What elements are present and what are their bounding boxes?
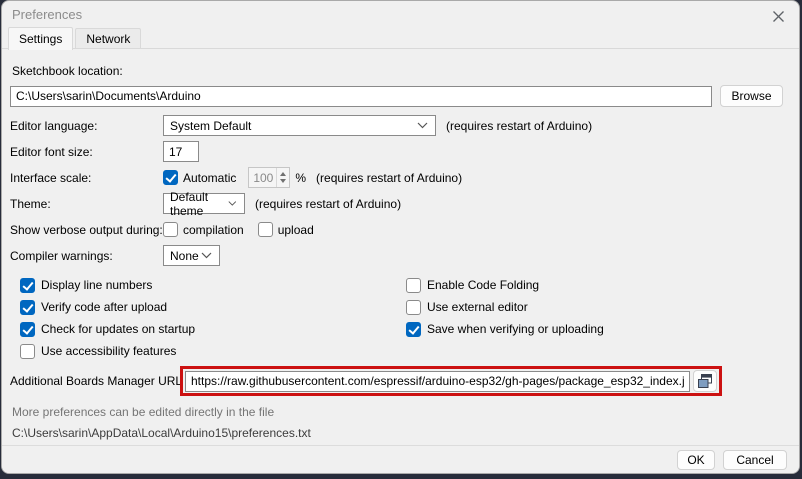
close-icon	[772, 10, 785, 23]
editor-language-value: System Default	[170, 119, 251, 133]
option-label: Check for updates on startup	[41, 322, 195, 336]
sketchbook-location-input[interactable]	[10, 86, 712, 107]
verbose-upload-checkbox[interactable]	[258, 222, 273, 237]
option-use-accessibility-features[interactable]: Use accessibility features	[20, 340, 406, 362]
ok-button[interactable]: OK	[677, 450, 715, 470]
verbose-upload-option[interactable]: upload	[258, 222, 314, 237]
option-label: Save when verifying or uploading	[427, 322, 604, 336]
windows-list-icon	[697, 373, 713, 389]
tab-network[interactable]: Network	[75, 28, 141, 49]
more-preferences-note: More preferences can be edited directly …	[12, 402, 791, 423]
editor-font-size-label: Editor font size:	[10, 145, 163, 159]
scale-restart-note: (requires restart of Arduino)	[316, 171, 462, 185]
option-label: Display line numbers	[41, 278, 152, 292]
option-enable-code-folding[interactable]: Enable Code Folding	[406, 274, 791, 296]
editor-language-select[interactable]: System Default	[163, 115, 436, 136]
option-save-when-verifying[interactable]: Save when verifying or uploading	[406, 318, 791, 340]
boards-manager-urls-input[interactable]	[185, 371, 690, 392]
automatic-scale-option-label: Automatic	[183, 171, 236, 185]
verbose-output-label: Show verbose output during:	[10, 223, 163, 237]
title-bar: Preferences	[2, 1, 799, 28]
scale-percent-stepper[interactable]: 100	[248, 167, 290, 188]
automatic-scale-checkbox[interactable]	[163, 170, 178, 185]
option-verify-code-after-upload[interactable]: Verify code after upload	[20, 296, 406, 318]
option-use-external-editor[interactable]: Use external editor	[406, 296, 791, 318]
dialog-button-bar: OK Cancel	[2, 445, 799, 473]
stepper-down-icon[interactable]	[280, 179, 286, 183]
verbose-compilation-label: compilation	[183, 223, 244, 237]
save-when-verifying-checkbox[interactable]	[406, 322, 421, 337]
theme-restart-note: (requires restart of Arduino)	[255, 197, 401, 211]
browse-button[interactable]: Browse	[720, 85, 783, 107]
stepper-up-icon[interactable]	[280, 172, 286, 176]
close-button[interactable]	[769, 7, 787, 25]
window-title: Preferences	[12, 7, 82, 22]
chevron-down-icon	[417, 122, 428, 129]
editor-font-size-input[interactable]	[163, 141, 199, 162]
theme-value: Default theme	[170, 190, 228, 218]
option-label: Use accessibility features	[41, 344, 176, 358]
chevron-down-icon	[201, 252, 212, 259]
compiler-warnings-value: None	[170, 249, 199, 263]
interface-scale-label: Interface scale:	[10, 171, 163, 185]
language-restart-note: (requires restart of Arduino)	[446, 119, 592, 133]
check-updates-checkbox[interactable]	[20, 322, 35, 337]
cancel-button[interactable]: Cancel	[723, 450, 787, 470]
option-label: Verify code after upload	[41, 300, 167, 314]
preferences-dialog: Preferences Settings Network Sketchbook …	[1, 0, 800, 474]
theme-label: Theme:	[10, 197, 163, 211]
theme-select[interactable]: Default theme	[163, 193, 245, 214]
external-editor-checkbox[interactable]	[406, 300, 421, 315]
urls-highlight-annotation	[180, 366, 722, 396]
verify-code-checkbox[interactable]	[20, 300, 35, 315]
display-line-numbers-checkbox[interactable]	[20, 278, 35, 293]
compiler-warnings-label: Compiler warnings:	[10, 249, 163, 263]
options-checkbox-grid: Display line numbers Verify code after u…	[20, 274, 791, 362]
code-folding-checkbox[interactable]	[406, 278, 421, 293]
verbose-compilation-checkbox[interactable]	[163, 222, 178, 237]
preferences-file-path: C:\Users\sarin\AppData\Local\Arduino15\p…	[12, 423, 791, 444]
editor-language-label: Editor language:	[10, 119, 163, 133]
scale-percent-sign: %	[295, 171, 306, 185]
option-display-line-numbers[interactable]: Display line numbers	[20, 274, 406, 296]
chevron-down-icon	[228, 200, 237, 207]
accessibility-checkbox[interactable]	[20, 344, 35, 359]
automatic-scale-option[interactable]: Automatic	[163, 170, 236, 185]
sketchbook-location-label: Sketchbook location:	[12, 64, 791, 78]
option-check-updates-startup[interactable]: Check for updates on startup	[20, 318, 406, 340]
boards-manager-urls-label: Additional Boards Manager URLs:	[10, 374, 180, 388]
option-label: Use external editor	[427, 300, 528, 314]
tab-strip: Settings Network	[2, 28, 799, 49]
verbose-upload-label: upload	[278, 223, 314, 237]
urls-editor-button[interactable]	[693, 370, 717, 392]
compiler-warnings-select[interactable]: None	[163, 245, 220, 266]
scale-percent-value: 100	[249, 171, 276, 185]
settings-tab-content: Sketchbook location: Browse Editor langu…	[2, 49, 799, 465]
option-label: Enable Code Folding	[427, 278, 539, 292]
verbose-compilation-option[interactable]: compilation	[163, 222, 244, 237]
stepper-arrows[interactable]	[276, 168, 289, 187]
tab-settings[interactable]: Settings	[8, 27, 73, 50]
